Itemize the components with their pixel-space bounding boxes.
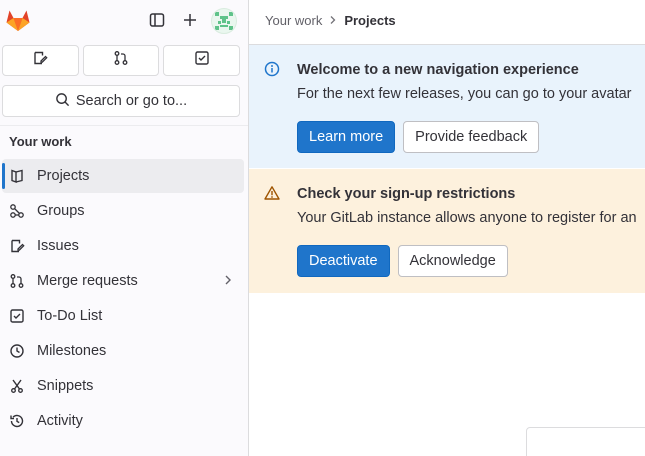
user-counters bbox=[2, 45, 241, 76]
snippet-icon bbox=[9, 378, 25, 394]
information-icon bbox=[264, 61, 280, 77]
sidebar-item-projects[interactable]: Projects bbox=[2, 159, 244, 193]
sidebar-item-label: To-Do List bbox=[37, 308, 103, 324]
acknowledge-button[interactable]: Acknowledge bbox=[397, 245, 508, 277]
search-label: Search or go to... bbox=[75, 93, 188, 109]
issues-icon bbox=[9, 238, 25, 254]
sidebar-item-groups[interactable]: Groups bbox=[2, 194, 244, 228]
deactivate-button[interactable]: Deactivate bbox=[297, 245, 390, 277]
sidebar-item-label: Activity bbox=[37, 413, 83, 429]
sidebar-item-milestones[interactable]: Milestones bbox=[2, 334, 244, 368]
sidebar-topbar bbox=[0, 0, 249, 42]
learn-more-button[interactable]: Learn more bbox=[297, 121, 396, 153]
chevron-right-icon bbox=[329, 13, 337, 28]
todo-button[interactable] bbox=[163, 45, 241, 76]
avatar[interactable] bbox=[211, 8, 237, 34]
section-title: Your work bbox=[9, 134, 72, 149]
alert-actions: Learn more Provide feedback bbox=[297, 121, 540, 153]
sidebar-item-merge-requests[interactable]: Merge requests bbox=[2, 264, 244, 298]
gitlab-logo-icon[interactable] bbox=[5, 7, 31, 33]
sidebar-toggle-icon[interactable] bbox=[145, 8, 169, 32]
sidebar-item-label: Groups bbox=[37, 203, 85, 219]
sidebar-item-label: Snippets bbox=[37, 378, 94, 394]
chevron-right-icon[interactable] bbox=[222, 274, 234, 290]
issues-icon bbox=[32, 50, 48, 71]
breadcrumb-parent[interactable]: Your work bbox=[265, 13, 322, 28]
todo-icon bbox=[194, 50, 210, 71]
alert-actions: Deactivate Acknowledge bbox=[297, 245, 508, 277]
breadcrumb-current[interactable]: Projects bbox=[344, 13, 395, 28]
assigned-issues-button[interactable] bbox=[2, 45, 79, 76]
alert-title: Check your sign-up restrictions bbox=[297, 186, 516, 202]
sidebar-item-label: Merge requests bbox=[37, 273, 138, 289]
milestone-icon bbox=[9, 343, 25, 359]
alert-body: For the next few releases, you can go to… bbox=[297, 86, 632, 102]
merge-request-icon bbox=[9, 273, 25, 289]
search-icon bbox=[55, 92, 70, 111]
merge-requests-button[interactable] bbox=[82, 45, 160, 76]
main-content: Your work Projects Welcome to a new navi… bbox=[249, 0, 645, 456]
provide-feedback-button[interactable]: Provide feedback bbox=[403, 121, 540, 153]
sidebar-item-label: Milestones bbox=[37, 343, 107, 359]
sidebar-item-label: Issues bbox=[37, 238, 79, 254]
todo-icon bbox=[9, 308, 25, 324]
sidebar-item-issues[interactable]: Issues bbox=[2, 229, 244, 263]
sidebar-item-snippets[interactable]: Snippets bbox=[2, 369, 244, 403]
warning-icon bbox=[264, 185, 280, 201]
project-icon bbox=[9, 168, 25, 184]
search-button[interactable]: Search or go to... bbox=[2, 85, 240, 117]
group-icon bbox=[9, 203, 25, 219]
alert-title: Welcome to a new navigation experience bbox=[297, 62, 579, 78]
alert-body: Your GitLab instance allows anyone to re… bbox=[297, 210, 637, 226]
sidebar: Search or go to... Your work Projects Gr… bbox=[0, 0, 249, 456]
navigation-alert: Welcome to a new navigation experience F… bbox=[249, 45, 645, 168]
breadcrumb: Your work Projects bbox=[265, 13, 396, 28]
signup-restrictions-alert: Check your sign-up restrictions Your Git… bbox=[249, 169, 645, 293]
plus-icon[interactable] bbox=[178, 8, 202, 32]
merge-request-icon bbox=[113, 50, 129, 71]
sidebar-item-todo-list[interactable]: To-Do List bbox=[2, 299, 244, 333]
sidebar-nav: Projects Groups Issues Merge requests To… bbox=[0, 158, 248, 438]
history-icon bbox=[9, 413, 25, 429]
sidebar-item-label: Projects bbox=[37, 168, 90, 184]
section-divider bbox=[0, 125, 248, 126]
content-panel bbox=[526, 427, 645, 456]
sidebar-item-activity[interactable]: Activity bbox=[2, 404, 244, 438]
